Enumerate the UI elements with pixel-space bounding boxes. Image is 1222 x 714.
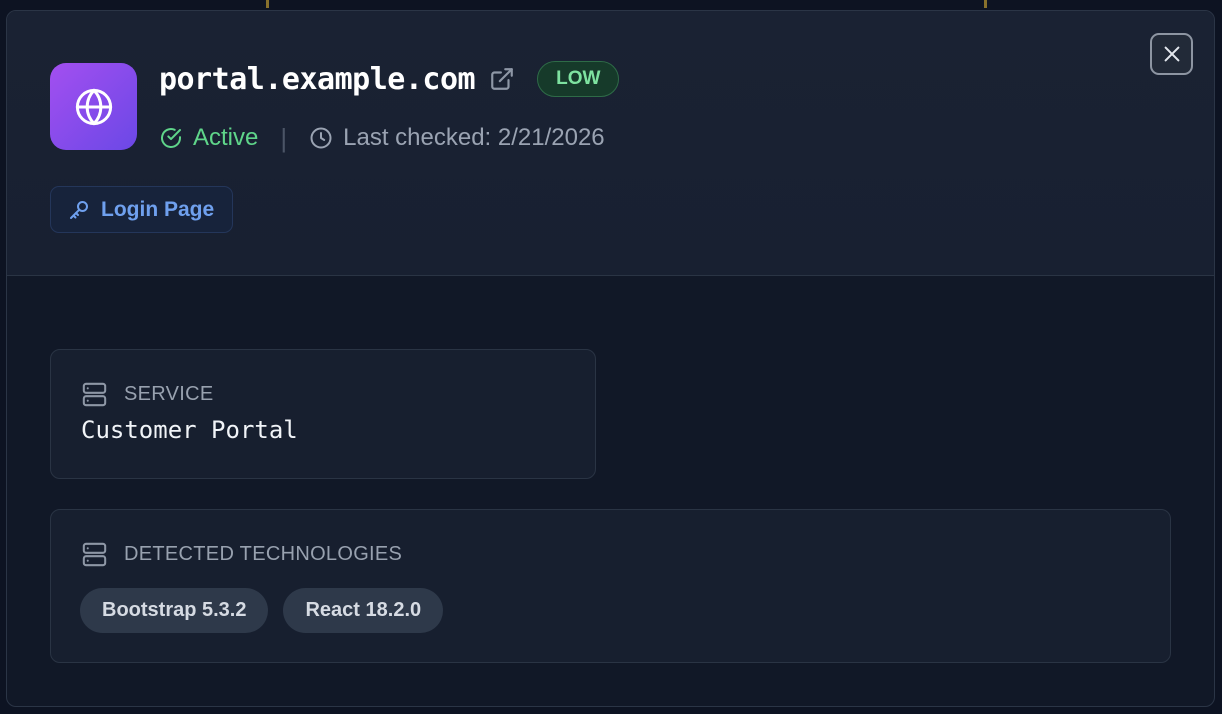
key-icon bbox=[67, 198, 91, 222]
server-icon bbox=[81, 381, 108, 408]
server-icon bbox=[81, 541, 108, 568]
technology-chip-list: Bootstrap 5.3.2 React 18.2.0 bbox=[80, 588, 458, 633]
technologies-card-header: DETECTED TECHNOLOGIES bbox=[81, 540, 402, 568]
page-title: portal.example.com bbox=[159, 61, 476, 97]
risk-badge: LOW bbox=[537, 61, 620, 97]
technologies-label: DETECTED TECHNOLOGIES bbox=[124, 542, 403, 565]
close-button[interactable] bbox=[1150, 33, 1193, 75]
external-link-icon[interactable] bbox=[489, 66, 515, 92]
service-label: SERVICE bbox=[124, 382, 214, 405]
status-divider: | bbox=[280, 122, 288, 153]
check-circle-icon bbox=[159, 126, 183, 150]
login-page-tag[interactable]: Login Page bbox=[50, 186, 234, 233]
backdrop-divider bbox=[266, 0, 269, 8]
globe-icon bbox=[50, 63, 137, 150]
tag-label: Login Page bbox=[101, 197, 215, 221]
technologies-card: DETECTED TECHNOLOGIES Bootstrap 5.3.2 Re… bbox=[50, 509, 1171, 663]
backdrop-divider bbox=[984, 0, 987, 8]
service-card: SERVICE Customer Portal bbox=[50, 349, 596, 479]
clock-icon bbox=[309, 126, 333, 150]
modal-header: portal.example.com LOW Active | Last che… bbox=[7, 11, 1214, 276]
service-value: Customer Portal bbox=[81, 416, 298, 444]
status-row: Active | Last checked: 2/21/2026 bbox=[159, 121, 605, 155]
asset-detail-modal: portal.example.com LOW Active | Last che… bbox=[6, 10, 1215, 707]
service-card-header: SERVICE bbox=[81, 380, 214, 408]
title-row: portal.example.com LOW bbox=[159, 59, 620, 99]
status-text: Active bbox=[193, 124, 259, 151]
close-icon bbox=[1161, 43, 1183, 65]
technology-chip[interactable]: React 18.2.0 bbox=[283, 588, 444, 633]
last-checked-text: Last checked: 2/21/2026 bbox=[343, 124, 605, 151]
technology-chip[interactable]: Bootstrap 5.3.2 bbox=[80, 588, 269, 633]
